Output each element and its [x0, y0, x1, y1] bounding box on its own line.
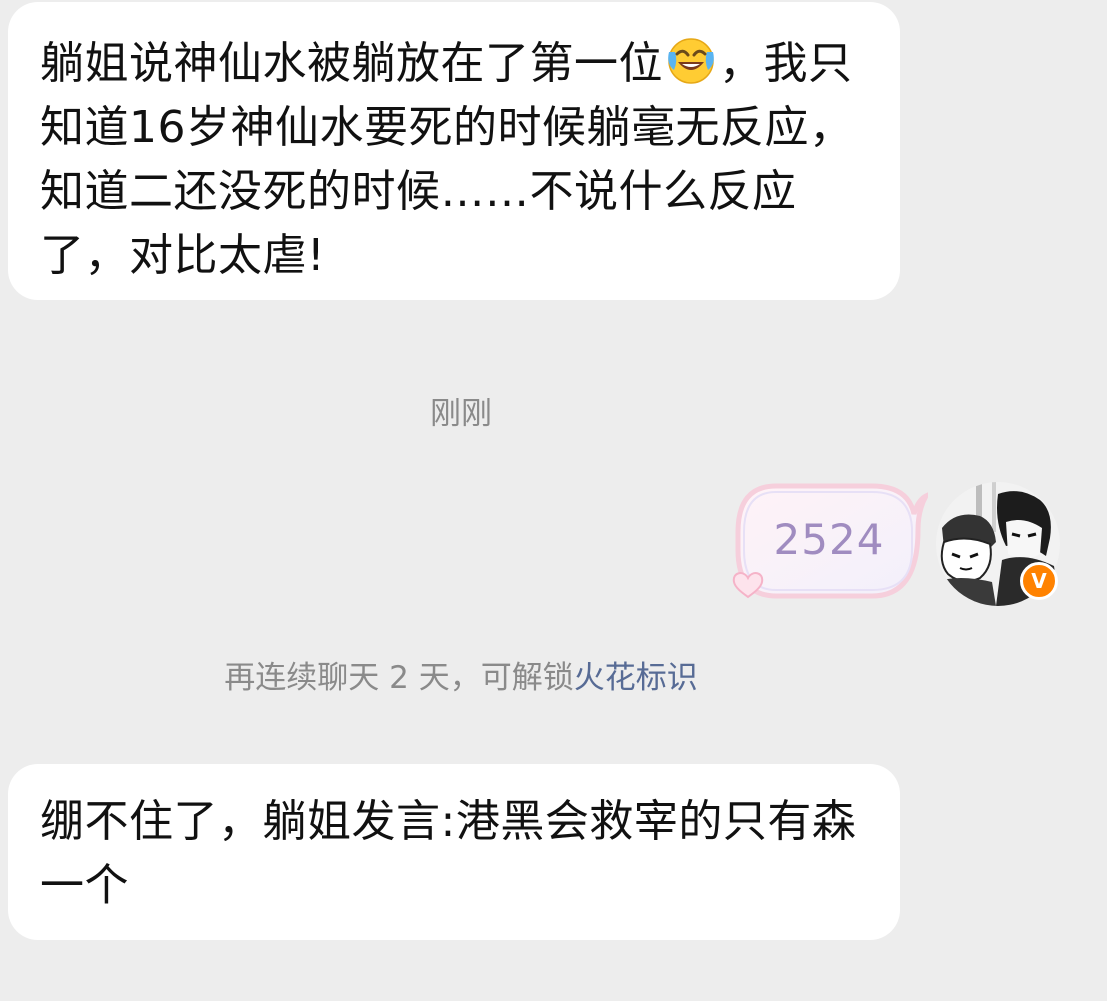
laughing-crying-emoji-icon	[668, 38, 714, 84]
chat-message-incoming[interactable]: 躺姐说神仙水被躺放在了第一位 ，我只知道16岁神仙水要死的时候躺毫无反应，知道二…	[8, 2, 900, 300]
message-text: 绷不住了，躺姐发言:港黑会救宰的只有森一个	[40, 796, 857, 911]
chat-message-incoming[interactable]: 绷不住了，躺姐发言:港黑会救宰的只有森一个	[8, 764, 900, 940]
message-text: 躺姐说神仙水被躺放在了第一位	[40, 38, 663, 89]
chat-sticker-outgoing[interactable]: 2524	[732, 480, 928, 602]
system-tip-text: 再连续聊天 2 天，可解锁	[224, 660, 574, 696]
sticker-text: 2524	[773, 515, 885, 564]
verified-badge-icon: V	[1020, 562, 1058, 600]
system-tip: 再连续聊天 2 天，可解锁火花标识	[0, 656, 922, 700]
message-timestamp: 刚刚	[430, 396, 492, 432]
spark-badge-link[interactable]: 火花标识	[574, 660, 698, 696]
